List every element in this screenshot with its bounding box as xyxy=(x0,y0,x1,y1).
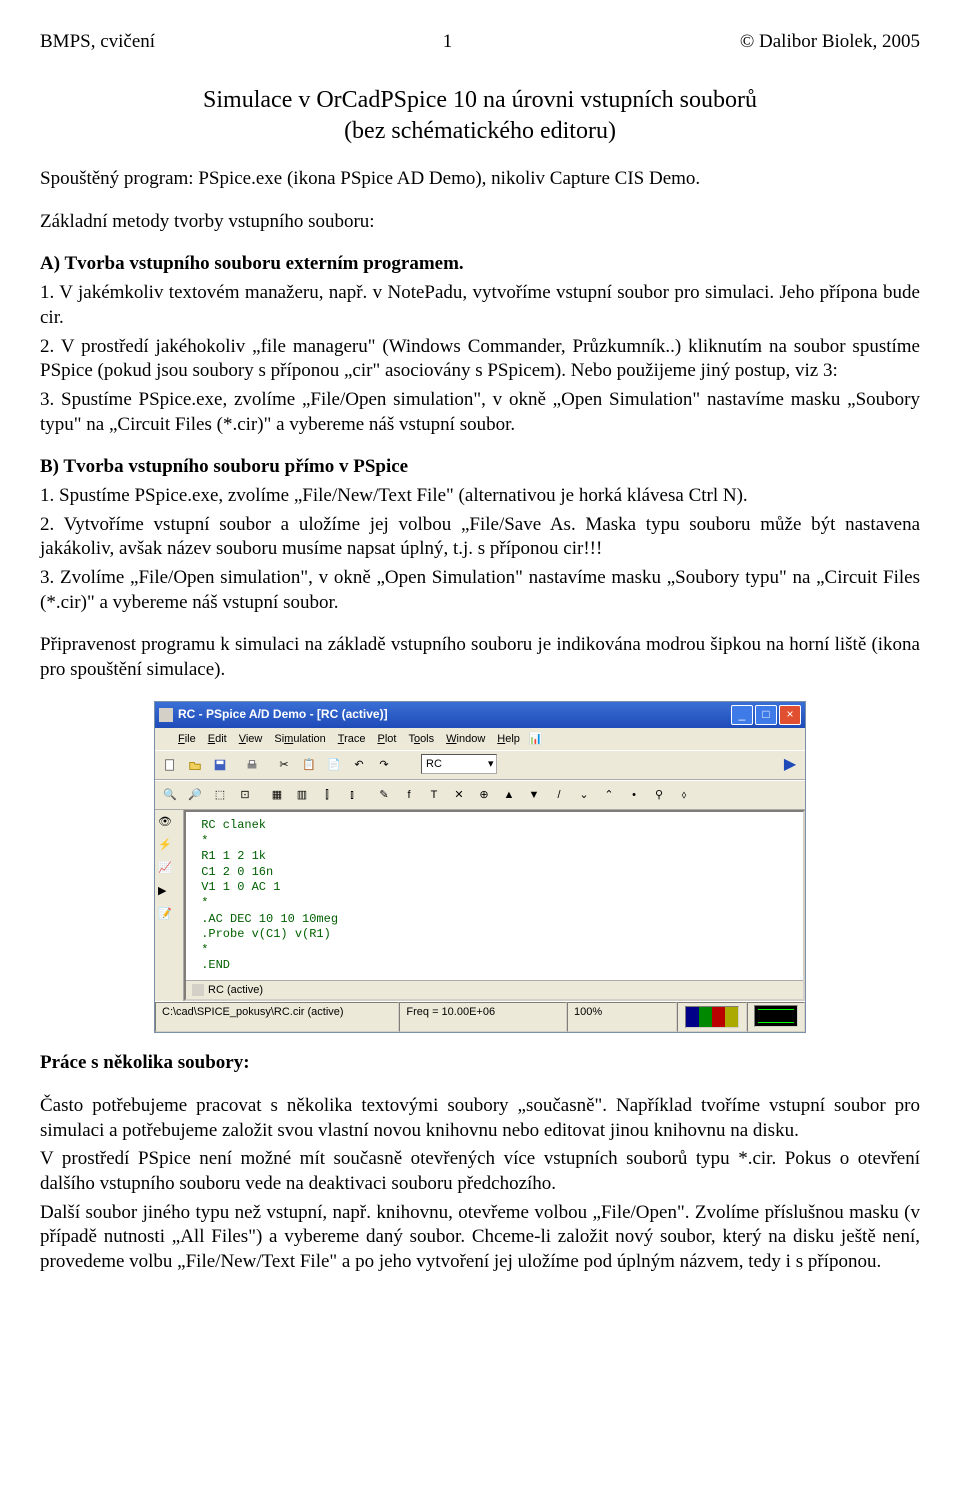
save-button[interactable] xyxy=(209,754,231,776)
zoom-out-button[interactable]: 🔎 xyxy=(184,784,206,806)
status-path: C:\cad\SPICE_pokusy\RC.cir (active) xyxy=(155,1002,399,1032)
mark-label-button[interactable]: ⬨ xyxy=(673,784,695,806)
cursor-slope-button[interactable]: / xyxy=(548,784,570,806)
menu-plot[interactable]: Plot xyxy=(372,730,401,748)
cursor-min-button[interactable]: ⌄ xyxy=(573,784,595,806)
toolbar-main: ✂ 📋 📄 ↶ ↷ ▾ ▶ xyxy=(155,750,805,780)
tab-icon xyxy=(192,984,204,996)
item-a1: 1. V jakémkoliv textovém manažeru, např.… xyxy=(40,281,920,330)
zoom-in-button[interactable]: 🔍 xyxy=(159,784,181,806)
menu-file[interactable]: File xyxy=(173,730,201,748)
header-right: © Dalibor Biolek, 2005 xyxy=(740,30,920,55)
sidebar-text-button[interactable]: 📝 xyxy=(157,906,177,926)
simulation-combo[interactable]: ▾ xyxy=(421,754,497,774)
status-freq: Freq = 10.00E+06 xyxy=(399,1002,567,1032)
marker-button[interactable]: ✕ xyxy=(448,784,470,806)
sidebar-sim-button[interactable]: ▶ xyxy=(157,883,177,903)
section-b-heading: B) Tvorba vstupního souboru přímo v PSpi… xyxy=(40,455,920,480)
section-a-heading: A) Tvorba vstupního souboru externím pro… xyxy=(40,252,920,277)
redo-button[interactable]: ↷ xyxy=(373,754,395,776)
performance-button[interactable]: ⫾ xyxy=(341,784,363,806)
pspice-window: RC - PSpice A/D Demo - [RC (active)] _ □… xyxy=(154,701,806,1034)
paste-button[interactable]: 📄 xyxy=(323,754,345,776)
status-chart-icon xyxy=(677,1002,747,1032)
open-button[interactable] xyxy=(184,754,206,776)
log-y-button[interactable]: ▥ xyxy=(291,784,313,806)
sidebar-chart-button[interactable]: 📈 xyxy=(157,860,177,880)
menubar: File Edit View Simulation Trace Plot Too… xyxy=(155,728,805,750)
item-b2: 2. Vytvoříme vstupní soubor a uložíme je… xyxy=(40,513,920,562)
status-wave-icon xyxy=(747,1002,805,1032)
editor-content[interactable]: RC clanek * R1 1 2 1k C1 2 0 16n V1 1 0 … xyxy=(186,812,803,980)
paragraph-methods: Základní metody tvorby vstupního souboru… xyxy=(40,210,920,235)
dropdown-icon[interactable]: ▾ xyxy=(488,757,494,771)
paragraph-p5: V prostředí PSpice není možné mít součas… xyxy=(40,1147,920,1196)
minimize-button[interactable]: _ xyxy=(731,705,753,725)
menu-edit[interactable]: Edit xyxy=(203,730,232,748)
titlebar[interactable]: RC - PSpice A/D Demo - [RC (active)] _ □… xyxy=(155,702,805,728)
tab-label: RC (active) xyxy=(208,983,263,997)
zoom-area-button[interactable]: ⬚ xyxy=(209,784,231,806)
fft-button[interactable]: ⫿ xyxy=(316,784,338,806)
toolbar-secondary: 🔍 🔎 ⬚ ⊡ ▦ ▥ ⫿ ⫾ ✎ f T ✕ ⊕ ▲ ▼ / ⌄ ⌃ • ⚲ … xyxy=(155,780,805,810)
item-b3: 3. Zvolíme „File/Open simulation", v okn… xyxy=(40,566,920,615)
eval-goal-button[interactable]: f xyxy=(398,784,420,806)
cursor-button[interactable]: ⊕ xyxy=(473,784,495,806)
copy-button[interactable]: 📋 xyxy=(298,754,320,776)
close-button[interactable]: × xyxy=(779,705,801,725)
undo-button[interactable]: ↶ xyxy=(348,754,370,776)
menu-simulation[interactable]: Simulation xyxy=(269,730,330,748)
header-left: BMPS, cvičení xyxy=(40,30,155,55)
item-a2: 2. V prostředí jakéhokoliv „file manager… xyxy=(40,335,920,384)
zoom-fit-button[interactable]: ⊡ xyxy=(234,784,256,806)
page-header: BMPS, cvičení 1 © Dalibor Biolek, 2005 xyxy=(40,30,920,55)
cursor-search-button[interactable]: ⚲ xyxy=(648,784,670,806)
paragraph-p4: Často potřebujeme pracovat s několika te… xyxy=(40,1094,920,1143)
menu-tools[interactable]: Tools xyxy=(403,730,439,748)
text-editor[interactable]: RC clanek * R1 1 2 1k C1 2 0 16n V1 1 0 … xyxy=(184,810,805,1001)
status-percent: 100% xyxy=(567,1002,677,1032)
section-multiple-files: Práce s několika soubory: xyxy=(40,1051,920,1076)
run-simulation-button[interactable]: ▶ xyxy=(779,754,801,776)
maximize-button[interactable]: □ xyxy=(755,705,777,725)
doc-icon xyxy=(159,733,171,745)
add-trace-button[interactable]: ✎ xyxy=(373,784,395,806)
statusbar: C:\cad\SPICE_pokusy\RC.cir (active) Freq… xyxy=(155,1001,805,1032)
sidebar-probe-button[interactable]: ⚡ xyxy=(157,837,177,857)
item-a3: 3. Spustíme PSpice.exe, zvolíme „File/Op… xyxy=(40,388,920,437)
cursor-peak-button[interactable]: ▲ xyxy=(498,784,520,806)
menu-window[interactable]: Window xyxy=(441,730,490,748)
text-label-button[interactable]: T xyxy=(423,784,445,806)
window-title: RC - PSpice A/D Demo - [RC (active)] xyxy=(178,707,731,723)
app-icon xyxy=(159,708,173,722)
sidebar: 👁 ⚡ 📈 ▶ 📝 xyxy=(155,810,184,1001)
print-button[interactable] xyxy=(241,754,263,776)
cursor-point-button[interactable]: • xyxy=(623,784,645,806)
paragraph-readiness: Připravenost programu k simulaci na zákl… xyxy=(40,633,920,682)
page-number: 1 xyxy=(443,30,453,55)
cursor-max-button[interactable]: ⌃ xyxy=(598,784,620,806)
menu-trace[interactable]: Trace xyxy=(333,730,371,748)
editor-tab[interactable]: RC (active) xyxy=(186,980,803,999)
new-button[interactable] xyxy=(159,754,181,776)
simulation-name-input[interactable] xyxy=(424,757,488,771)
paragraph-intro: Spouštěný program: PSpice.exe (ikona PSp… xyxy=(40,167,920,192)
document-title: Simulace v OrCadPSpice 10 na úrovni vstu… xyxy=(40,85,920,147)
item-b1: 1. Spustíme PSpice.exe, zvolíme „File/Ne… xyxy=(40,484,920,509)
menu-view[interactable]: View xyxy=(234,730,268,748)
cut-button[interactable]: ✂ xyxy=(273,754,295,776)
sidebar-view-button[interactable]: 👁 xyxy=(157,814,177,834)
paragraph-p6: Další soubor jiného typu než vstupní, na… xyxy=(40,1201,920,1275)
cursor-trough-button[interactable]: ▼ xyxy=(523,784,545,806)
menu-extra-icon[interactable]: 📊 xyxy=(527,732,545,746)
log-x-button[interactable]: ▦ xyxy=(266,784,288,806)
menu-help[interactable]: Help xyxy=(492,730,525,748)
